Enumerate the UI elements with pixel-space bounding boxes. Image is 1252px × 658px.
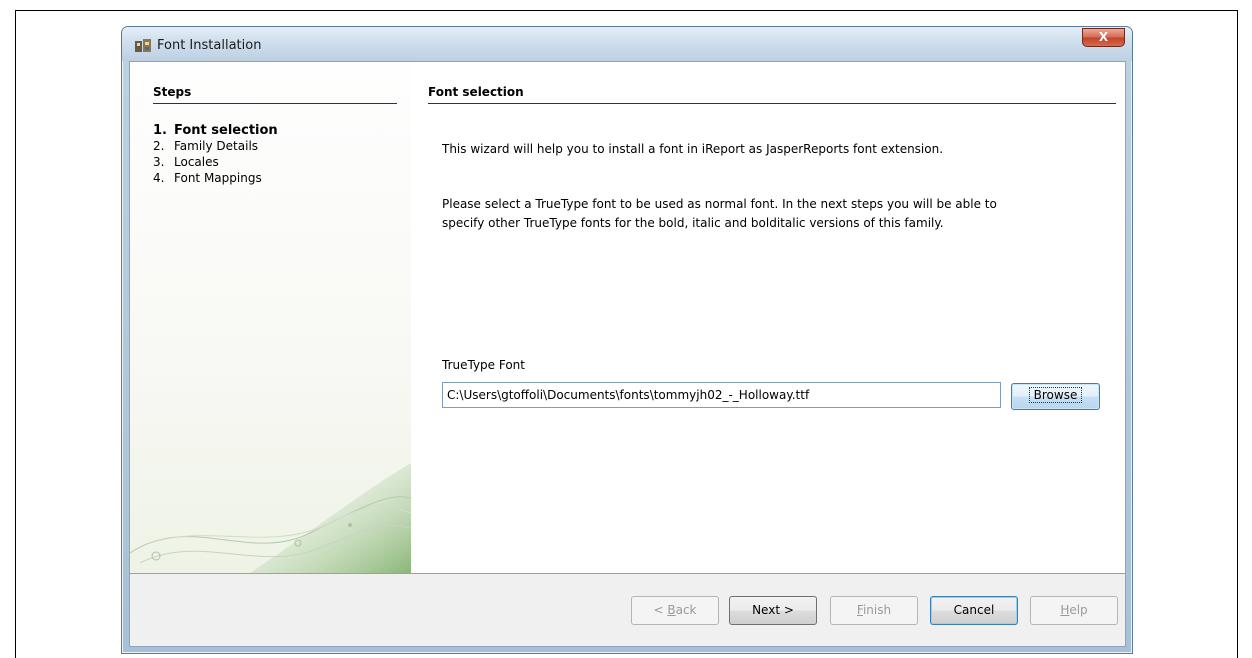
finish-rest: inish <box>862 603 892 617</box>
content-heading: Font selection <box>428 85 1116 104</box>
button-bar-separator <box>130 573 1125 574</box>
step-item-font-mappings: 4. Font Mappings <box>153 171 403 187</box>
dialog-client-area: Steps 1. Font selection 2. Family Details … <box>129 61 1126 647</box>
browse-button-label: Browse <box>1028 387 1083 403</box>
finish-button[interactable]: Finish <box>830 596 918 625</box>
close-button[interactable]: X <box>1082 28 1125 47</box>
screenshot-frame-top <box>15 10 1238 11</box>
close-icon: X <box>1098 30 1109 44</box>
truetype-font-path-input[interactable] <box>442 382 1001 408</box>
step-label: Family Details <box>174 139 259 153</box>
description-text: Please select a TrueType font to be used… <box>442 195 1122 233</box>
back-rest: ack <box>675 603 697 617</box>
steps-list: 1. Font selection 2. Family Details 3. Loca… <box>153 123 403 187</box>
step-item-locales: 3. Locales <box>153 155 403 171</box>
step-label: Locales <box>174 155 219 169</box>
font-installation-dialog: Font Installation X Steps 1. Font selecti… <box>121 26 1133 654</box>
step-label: Font selection <box>174 123 278 138</box>
steps-panel: Steps 1. Font selection 2. Family Details … <box>130 62 411 573</box>
description-line-2: specify other TrueType fonts for the bol… <box>442 216 944 230</box>
step-number: 2. <box>153 139 165 153</box>
next-button[interactable]: Next > <box>729 596 817 625</box>
help-rest: elp <box>1069 603 1088 617</box>
back-button[interactable]: < Back <box>631 596 719 625</box>
step-number: 3. <box>153 155 165 169</box>
window-title: Font Installation <box>157 38 262 53</box>
help-mnemonic: H <box>1060 603 1070 617</box>
ireport-app-icon <box>135 39 151 52</box>
decorative-swirl-graphic <box>130 463 411 573</box>
truetype-font-label: TrueType Font <box>442 358 525 372</box>
browse-button[interactable]: Browse <box>1011 383 1100 410</box>
step-item-font-selection: 1. Font selection <box>153 123 403 139</box>
content-panel: Font selection This wizard will help you… <box>411 62 1125 573</box>
step-number: 4. <box>153 171 165 185</box>
steps-heading: Steps <box>153 85 397 104</box>
step-label: Font Mappings <box>174 171 262 185</box>
description-line-1: Please select a TrueType font to be used… <box>442 197 997 211</box>
intro-text: This wizard will help you to install a f… <box>442 142 944 156</box>
cancel-label: Cancel <box>953 603 995 617</box>
cancel-button[interactable]: Cancel <box>930 596 1018 625</box>
back-mnemonic: B <box>667 603 676 617</box>
screenshot-frame-right <box>1237 10 1238 658</box>
title-bar[interactable]: Font Installation X <box>122 27 1132 61</box>
screenshot-frame-left <box>15 10 16 658</box>
step-item-family-details: 2. Family Details <box>153 139 403 155</box>
next-label: Next > <box>752 603 794 617</box>
step-number: 1. <box>153 123 167 138</box>
back-prefix: < <box>653 603 668 617</box>
help-button[interactable]: Help <box>1030 596 1118 625</box>
